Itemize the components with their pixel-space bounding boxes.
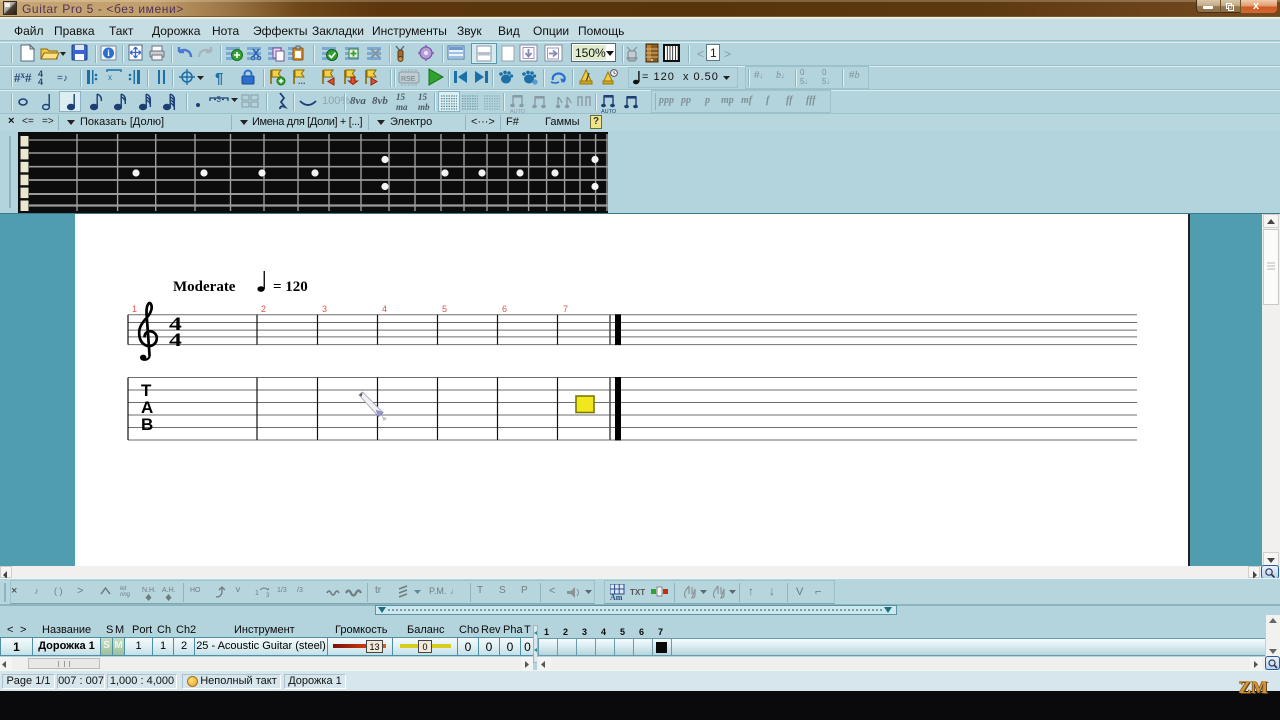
svg-text:1: 1: [132, 304, 137, 314]
svg-text:RSE: RSE: [401, 76, 416, 83]
svg-text:2: 2: [261, 304, 266, 314]
svg-text:=♪: =♪: [57, 73, 68, 84]
svg-text:6: 6: [502, 304, 507, 314]
svg-text:4: 4: [169, 329, 182, 350]
svg-text:= 120: = 120: [273, 279, 308, 295]
svg-text:1: 1: [255, 590, 259, 597]
svg-text:7: 7: [563, 304, 568, 314]
svg-text:B: B: [141, 415, 153, 434]
svg-text:3: 3: [266, 593, 270, 598]
svg-text:3: 3: [322, 304, 327, 314]
svg-text:Moderate: Moderate: [173, 279, 236, 295]
svg-text:...: ...: [298, 76, 306, 86]
svg-text:#x#: #x#: [14, 70, 32, 85]
svg-text:¶: ¶: [215, 70, 223, 87]
svg-text:4: 4: [38, 77, 43, 87]
svg-text:5: 5: [442, 304, 447, 314]
svg-text:4: 4: [382, 304, 387, 314]
svg-text:Am: Am: [610, 593, 623, 600]
svg-text:AUTO: AUTO: [601, 109, 617, 115]
svg-text:AUTO: AUTO: [510, 109, 526, 115]
svg-text:x: x: [108, 73, 112, 82]
svg-text:3: 3: [217, 95, 222, 104]
